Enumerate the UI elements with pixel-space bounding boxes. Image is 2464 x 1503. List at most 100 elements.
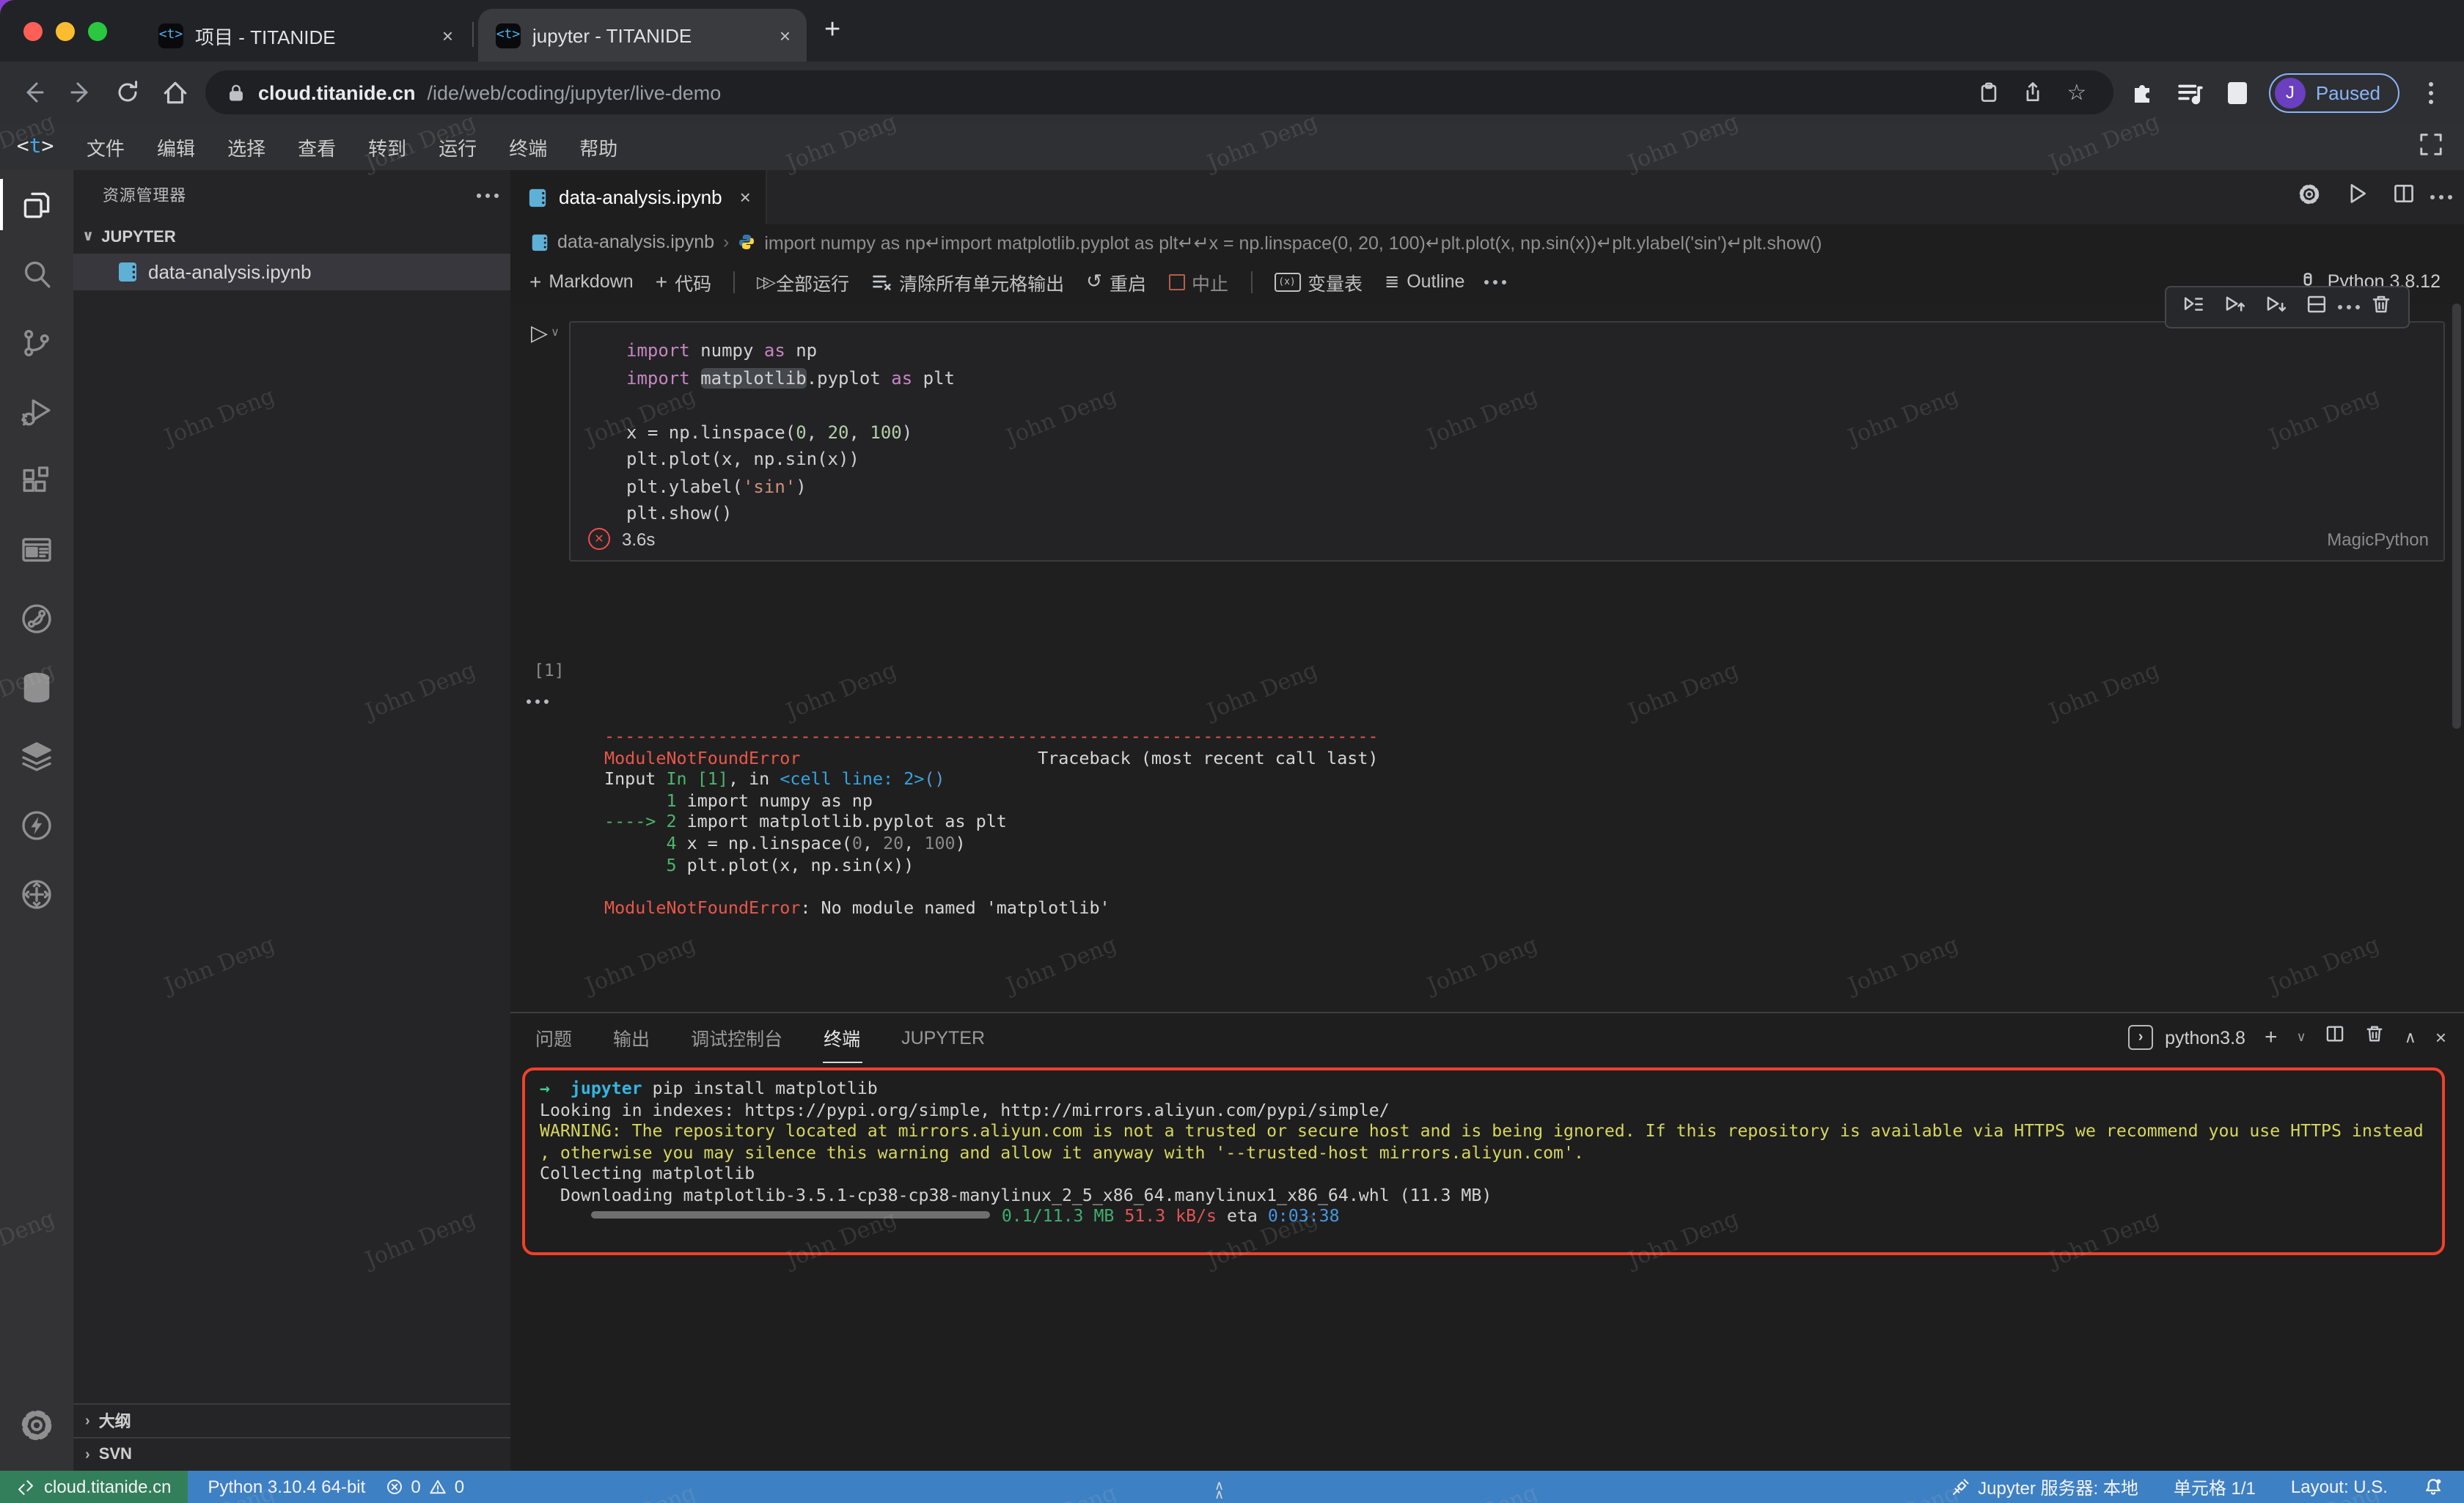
settings-gear-icon[interactable] [0, 1390, 73, 1459]
panel-tab-终端[interactable]: 终端 [822, 1024, 862, 1051]
breadcrumb[interactable]: data-analysis.ipynb › import numpy as np… [510, 224, 2464, 260]
new-tab-button[interactable]: + [824, 15, 840, 47]
back-icon[interactable] [18, 76, 50, 109]
close-window-button[interactable] [23, 22, 43, 41]
remote-explorer-icon[interactable] [0, 859, 73, 928]
output-more-actions-icon[interactable] [535, 699, 540, 704]
delete-cell-trash-icon[interactable] [2370, 293, 2392, 322]
cell-more-actions-icon[interactable] [2347, 305, 2351, 309]
menu-item-文件[interactable]: 文件 [70, 133, 141, 161]
notebook-file-icon [531, 232, 549, 251]
split-editor-icon[interactable] [2392, 182, 2416, 213]
add-markdown-button[interactable]: +Markdown [529, 270, 634, 293]
sidebar-section-jupyter[interactable]: ∨ JUPYTER [73, 220, 510, 254]
terminal-dropdown-chevron-icon[interactable]: ∨ [2297, 1029, 2306, 1046]
bookmark-star-icon[interactable]: ☆ [2061, 76, 2093, 109]
menu-item-终端[interactable]: 终端 [493, 133, 563, 161]
close-editor-tab-icon[interactable]: × [740, 186, 751, 208]
source-control-icon[interactable] [0, 308, 73, 377]
layers-stack-icon[interactable] [0, 721, 73, 790]
live-preview-icon[interactable] [0, 515, 73, 584]
sidebar-section-大纲[interactable]: ›大纲 [73, 1403, 510, 1437]
side-panel-icon[interactable] [2222, 76, 2254, 109]
execute-below-icon[interactable] [2265, 293, 2287, 322]
toolbar-more-icon[interactable] [1492, 279, 1497, 284]
minimize-window-button[interactable] [56, 22, 75, 41]
keyboard-layout-indicator[interactable]: Layout: U.S. [2291, 1477, 2388, 1497]
cell-code[interactable]: import numpy as npimport matplotlib.pypl… [626, 337, 2432, 527]
restart-button[interactable]: ↺重启 [1086, 268, 1146, 295]
editor-more-actions-icon[interactable] [2439, 195, 2443, 199]
notebook-settings-gear-icon[interactable] [2297, 181, 2322, 213]
panel-tab-问题[interactable]: 问题 [534, 1024, 573, 1051]
svn-circle-icon[interactable] [0, 584, 73, 653]
panel-restore-chevrons[interactable]: ∧∧ [1214, 1481, 1224, 1499]
terminal-output[interactable]: → jupyter pip install matplotlibLooking … [540, 1078, 2435, 1227]
sidebar-item-notebook[interactable]: data-analysis.ipynb [73, 254, 510, 290]
notifications-bell-icon[interactable] [2423, 1477, 2443, 1497]
share-icon[interactable] [2017, 76, 2049, 109]
profile-chip[interactable]: J Paused [2269, 73, 2399, 112]
split-cell-icon[interactable] [2306, 293, 2328, 322]
forward-icon[interactable] [65, 76, 97, 109]
reload-icon[interactable] [111, 76, 144, 109]
panel-tab-输出[interactable]: 输出 [612, 1024, 651, 1051]
add-code-button[interactable]: +代码 [656, 268, 711, 295]
interrupt-button[interactable]: 中止 [1168, 268, 1228, 295]
search-icon[interactable] [0, 239, 73, 308]
extensions-puzzle-icon[interactable] [2128, 76, 2160, 109]
menu-item-选择[interactable]: 选择 [211, 133, 282, 161]
home-icon[interactable] [158, 76, 191, 109]
sidebar-more-actions-icon[interactable] [485, 193, 490, 197]
maximize-panel-chevron-icon[interactable]: ∧ [2405, 1028, 2416, 1047]
media-playlist-icon[interactable] [2175, 76, 2207, 109]
run-cell-button[interactable]: ▷ ∨ [531, 320, 560, 346]
panel-tab-JUPYTER[interactable]: JUPYTER [900, 1027, 986, 1048]
close-tab-icon[interactable]: × [438, 24, 458, 46]
browser-tab-project[interactable]: <t> 项目 - TITANIDE × [141, 9, 469, 62]
remote-indicator[interactable]: cloud.titanide.cn [0, 1471, 187, 1503]
zoom-window-button[interactable] [88, 22, 107, 41]
menu-item-编辑[interactable]: 编辑 [141, 133, 211, 161]
language-mode[interactable]: MagicPython [2327, 529, 2429, 550]
execute-by-line-icon[interactable] [2182, 293, 2204, 322]
kill-terminal-trash-icon[interactable] [2365, 1024, 2386, 1051]
sidebar-title: 资源管理器 [103, 183, 186, 207]
panel-tab-调试控制台[interactable]: 调试控制台 [689, 1024, 784, 1051]
power-lightning-icon[interactable] [0, 790, 73, 859]
editor-scrollbar[interactable] [2452, 304, 2461, 729]
new-terminal-plus-icon[interactable]: + [2265, 1025, 2278, 1050]
fullscreen-icon[interactable] [2419, 132, 2443, 161]
browser-tab-jupyter[interactable]: <t> jupyter - TITANIDE × [478, 9, 807, 62]
problems-indicator[interactable]: 0 0 [386, 1477, 464, 1497]
editor-tab-notebook[interactable]: data-analysis.ipynb × [510, 170, 767, 224]
extensions-icon[interactable] [0, 446, 73, 515]
menu-item-转到[interactable]: 转到 [352, 133, 422, 161]
close-tab-icon[interactable]: × [775, 24, 795, 46]
run-all-play-icon[interactable] [2345, 182, 2369, 213]
terminal-shell-name[interactable]: python3.8 [2165, 1027, 2245, 1048]
clipboard-icon[interactable] [1973, 76, 2005, 109]
cell-position-indicator[interactable]: 单元格 1/1 [2174, 1474, 2256, 1499]
database-icon[interactable] [0, 653, 73, 721]
breadcrumb-file[interactable]: data-analysis.ipynb [557, 232, 714, 252]
breadcrumb-cell-code[interactable]: import numpy as np↵import matplotlib.pyp… [764, 231, 1822, 253]
python-interpreter[interactable]: Python 3.10.4 64-bit [208, 1477, 365, 1497]
execute-above-icon[interactable] [2223, 293, 2245, 322]
close-panel-icon[interactable]: × [2435, 1026, 2446, 1048]
outline-button[interactable]: ≣Outline [1385, 271, 1464, 292]
browser-menu-kebab-icon[interactable] [2414, 76, 2446, 109]
explorer-icon[interactable] [0, 170, 73, 239]
address-bar[interactable]: cloud.titanide.cn /ide/web/coding/jupyte… [205, 70, 2113, 114]
menu-item-查看[interactable]: 查看 [282, 133, 352, 161]
variables-button[interactable]: (x)变量表 [1274, 268, 1363, 295]
sidebar-section-SVN[interactable]: ›SVN [73, 1437, 510, 1471]
jupyter-server-indicator[interactable]: Jupyter 服务器: 本地 [1950, 1474, 2138, 1499]
split-terminal-icon[interactable] [2325, 1024, 2346, 1051]
run-all-button[interactable]: ▷▷ 全部运行 [757, 268, 849, 295]
run-debug-icon[interactable] [0, 377, 73, 446]
menu-item-运行[interactable]: 运行 [422, 133, 493, 161]
menu-item-帮助[interactable]: 帮助 [563, 133, 634, 161]
clear-outputs-button[interactable]: 清除所有单元格输出 [871, 268, 1064, 295]
code-cell[interactable]: import numpy as npimport matplotlib.pypl… [569, 321, 2445, 562]
